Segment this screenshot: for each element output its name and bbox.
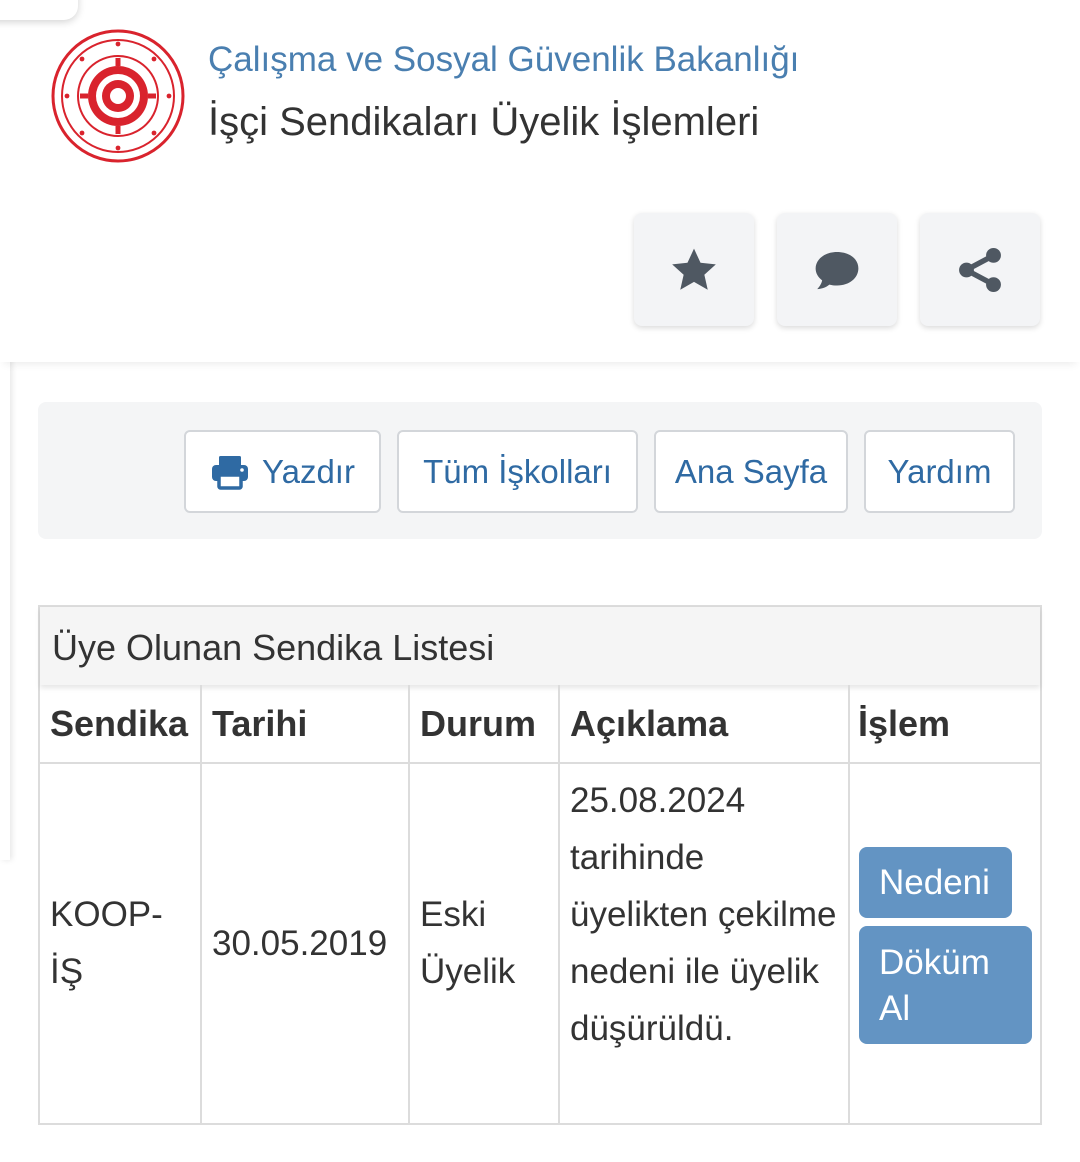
- column-header-union: Sendika: [50, 703, 189, 744]
- table-divider: [848, 685, 850, 1123]
- printer-icon: [212, 455, 249, 490]
- table-divider: [200, 685, 202, 1123]
- print-label: Yazdır: [262, 452, 355, 490]
- table-divider: [558, 685, 560, 1123]
- cell-union: KOOP-İŞ: [50, 895, 163, 991]
- get-document-button[interactable]: Döküm Al: [859, 926, 1032, 1044]
- table-divider: [408, 685, 410, 1123]
- column-header-action: İşlem: [858, 703, 951, 744]
- column-header-date: Tarihi: [212, 703, 308, 744]
- cell-description: 25.08.2024 tarihinde üyelikten çekilme n…: [570, 781, 837, 1048]
- favorite-button[interactable]: [634, 213, 754, 326]
- reason-button[interactable]: Nedeni: [859, 847, 1012, 918]
- panel-title: Üye Olunan Sendika Listesi: [40, 607, 1040, 685]
- help-button[interactable]: Yardım: [864, 430, 1015, 513]
- column-header-description: Açıklama: [570, 703, 729, 744]
- share-button[interactable]: [920, 213, 1040, 326]
- page-header: Çalışma ve Sosyal Güvenlik Bakanlığı İşç…: [0, 0, 1080, 362]
- home-button[interactable]: Ana Sayfa: [654, 430, 848, 513]
- cell-status: Eski Üyelik: [420, 895, 516, 991]
- column-header-status: Durum: [420, 703, 536, 744]
- comment-icon: [815, 251, 859, 289]
- membership-panel: Üye Olunan Sendika Listesi Sendika Tarih…: [38, 605, 1042, 1125]
- print-button[interactable]: Yazdır: [184, 430, 381, 513]
- action-toolbar: Yazdır Tüm İşkolları Ana Sayfa Yardım: [38, 402, 1042, 539]
- ministry-name[interactable]: Çalışma ve Sosyal Güvenlik Bakanlığı: [208, 40, 799, 80]
- share-icon: [959, 247, 1001, 292]
- star-icon: [672, 248, 716, 290]
- cell-date: 30.05.2019: [212, 924, 388, 963]
- comment-button[interactable]: [777, 213, 897, 326]
- all-sectors-button[interactable]: Tüm İşkolları: [397, 430, 638, 513]
- top-tab: [0, 0, 78, 20]
- table-divider: [40, 762, 1040, 764]
- ministry-seal-logo: [51, 29, 185, 163]
- page-title: İşçi Sendikaları Üyelik İşlemleri: [208, 100, 760, 144]
